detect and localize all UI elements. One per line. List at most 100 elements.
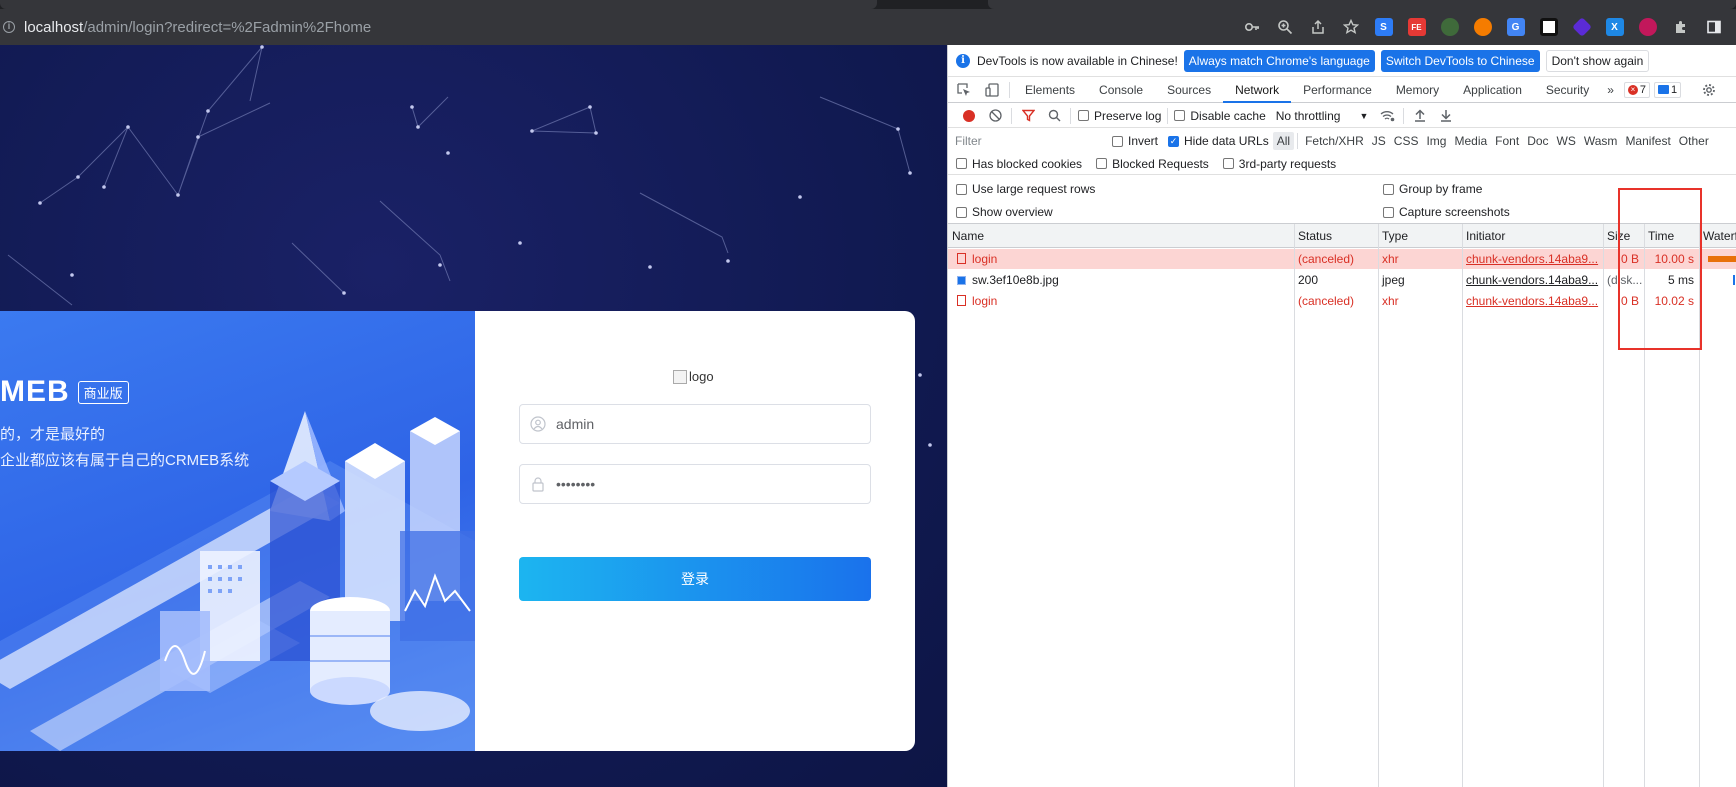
login-button[interactable]: 登录 — [519, 557, 871, 601]
filter-type-font[interactable]: Font — [1491, 132, 1523, 150]
blocked-requests-checkbox[interactable]: Blocked Requests — [1096, 157, 1209, 171]
tab-sources[interactable]: Sources — [1155, 77, 1223, 103]
tab-application[interactable]: Application — [1451, 77, 1534, 103]
extension-orange-icon[interactable] — [1466, 9, 1499, 45]
separator — [1009, 81, 1010, 98]
username-field[interactable]: admin — [519, 404, 871, 444]
extension-pink-icon[interactable] — [1631, 9, 1664, 45]
tab-network[interactable]: Network — [1223, 77, 1292, 103]
match-language-button[interactable]: Always match Chrome's language — [1183, 49, 1375, 72]
column-header-initiator[interactable]: Initiator — [1462, 224, 1603, 248]
has-blocked-cookies-checkbox[interactable]: Has blocked cookies — [956, 157, 1082, 171]
address-bar[interactable]: i localhost/admin/login?redirect=%2Fadmi… — [0, 9, 1736, 45]
filter-funnel-icon[interactable] — [1015, 104, 1041, 128]
error-counter[interactable]: × 7 — [1623, 81, 1651, 98]
column-divider[interactable] — [1378, 224, 1379, 787]
initiator-link[interactable]: chunk-vendors.14aba9... — [1462, 249, 1603, 269]
record-icon[interactable] — [956, 104, 982, 128]
browser-tab[interactable] — [988, 0, 1736, 9]
column-header-status[interactable]: Status — [1294, 224, 1378, 248]
extensions-puzzle-icon[interactable] — [1664, 9, 1697, 45]
share-icon[interactable] — [1301, 9, 1334, 45]
extension-translate-icon[interactable]: G — [1499, 9, 1532, 45]
extension-x-icon[interactable]: X — [1598, 9, 1631, 45]
side-panel-icon[interactable] — [1697, 9, 1730, 45]
import-har-icon[interactable] — [1407, 104, 1433, 128]
devtools-tabs: Elements Console Sources Network Perform… — [948, 77, 1736, 103]
column-divider[interactable] — [1462, 224, 1463, 787]
url-text[interactable]: localhost/admin/login?redirect=%2Fadmin%… — [24, 19, 371, 36]
zoom-icon[interactable] — [1268, 9, 1301, 45]
settings-gear-icon[interactable] — [1695, 77, 1723, 103]
more-tabs-icon[interactable]: » — [1601, 77, 1620, 103]
filter-type-img[interactable]: Img — [1422, 132, 1450, 150]
dont-show-again-button[interactable]: Don't show again — [1545, 49, 1650, 72]
separator — [1167, 107, 1169, 124]
filter-type-media[interactable]: Media — [1450, 132, 1491, 150]
site-info-icon[interactable]: i — [3, 21, 15, 33]
extension-purple-icon[interactable] — [1565, 9, 1598, 45]
edition-badge: 商业版 — [77, 380, 129, 404]
device-toolbar-icon[interactable] — [978, 77, 1006, 103]
column-header-type[interactable]: Type — [1378, 224, 1462, 248]
filter-type-js[interactable]: JS — [1368, 132, 1390, 150]
column-divider[interactable] — [1603, 224, 1604, 787]
large-request-rows-checkbox[interactable]: Use large request rows — [956, 182, 1095, 196]
request-name-cell: login — [948, 291, 1294, 311]
type-cell: jpeg — [1382, 273, 1405, 287]
extension-green-icon[interactable] — [1433, 9, 1466, 45]
tab-security[interactable]: Security — [1534, 77, 1601, 103]
throttling-select[interactable]: No throttling ▼ — [1276, 109, 1369, 123]
browser-tab[interactable] — [0, 0, 877, 9]
brand-name: MEB — [0, 375, 70, 408]
separator — [1070, 107, 1071, 124]
filter-input[interactable]: Filter — [954, 132, 1098, 150]
disable-cache-checkbox[interactable]: Disable cache — [1174, 109, 1266, 123]
browser-toolbar: S FE G X — [1235, 9, 1730, 45]
export-har-icon[interactable] — [1433, 104, 1459, 128]
tab-console[interactable]: Console — [1087, 77, 1155, 103]
blocked-filter-row: Has blocked cookies Blocked Requests 3rd… — [948, 153, 1736, 175]
preserve-log-checkbox[interactable]: Preserve log — [1078, 109, 1161, 123]
inspect-element-icon[interactable] — [950, 77, 978, 103]
invert-checkbox[interactable]: Invert — [1112, 134, 1158, 148]
network-conditions-icon[interactable] — [1374, 104, 1400, 128]
tab-performance[interactable]: Performance — [1291, 77, 1384, 103]
capture-screenshots-checkbox[interactable]: Capture screenshots — [1383, 205, 1510, 219]
group-by-frame-checkbox[interactable]: Group by frame — [1383, 182, 1482, 196]
switch-chinese-button[interactable]: Switch DevTools to Chinese — [1380, 49, 1540, 72]
tab-memory[interactable]: Memory — [1384, 77, 1451, 103]
filter-type-wasm[interactable]: Wasm — [1580, 132, 1622, 150]
filter-type-manifest[interactable]: Manifest — [1621, 132, 1674, 150]
filter-type-other[interactable]: Other — [1675, 132, 1713, 150]
column-header-name[interactable]: Name — [948, 224, 1294, 248]
filter-type-all[interactable]: All — [1272, 132, 1295, 150]
extension-square-icon[interactable] — [1532, 9, 1565, 45]
password-field[interactable]: •••••••• — [519, 464, 871, 504]
show-overview-checkbox[interactable]: Show overview — [956, 205, 1053, 219]
tab-elements[interactable]: Elements — [1013, 77, 1087, 103]
search-icon[interactable] — [1041, 104, 1067, 128]
filter-type-fetch-xhr[interactable]: Fetch/XHR — [1301, 132, 1368, 150]
login-page: MEB 商业版 的，才是最好的 企业都应该有属于自己的CRMEB系统 logo … — [0, 45, 947, 787]
hide-data-urls-checkbox[interactable]: ✓ Hide data URLs — [1168, 134, 1269, 148]
key-icon[interactable] — [1235, 9, 1268, 45]
bookmark-star-icon[interactable] — [1334, 9, 1367, 45]
initiator-link[interactable]: chunk-vendors.14aba9... — [1462, 291, 1603, 311]
extension-fe-icon[interactable]: FE — [1400, 9, 1433, 45]
waterfall-bar — [1733, 275, 1735, 285]
extension-s-icon[interactable]: S — [1367, 9, 1400, 45]
filter-bar: Filter Invert ✓ Hide data URLs All Fetch/… — [948, 129, 1736, 153]
type-cell: xhr — [1382, 294, 1399, 308]
initiator-link[interactable]: chunk-vendors.14aba9... — [1462, 270, 1603, 290]
column-header-waterfall[interactable]: Waterfall — [1699, 224, 1736, 248]
column-divider[interactable] — [1294, 224, 1295, 787]
filter-type-ws[interactable]: WS — [1553, 132, 1580, 150]
clear-icon[interactable] — [982, 104, 1008, 128]
filter-type-doc[interactable]: Doc — [1523, 132, 1552, 150]
waterfall-bar — [1708, 256, 1736, 262]
filter-type-css[interactable]: CSS — [1390, 132, 1423, 150]
message-counter[interactable]: 1 — [1654, 81, 1682, 98]
third-party-requests-checkbox[interactable]: 3rd-party requests — [1222, 157, 1336, 171]
document-icon — [957, 253, 966, 264]
